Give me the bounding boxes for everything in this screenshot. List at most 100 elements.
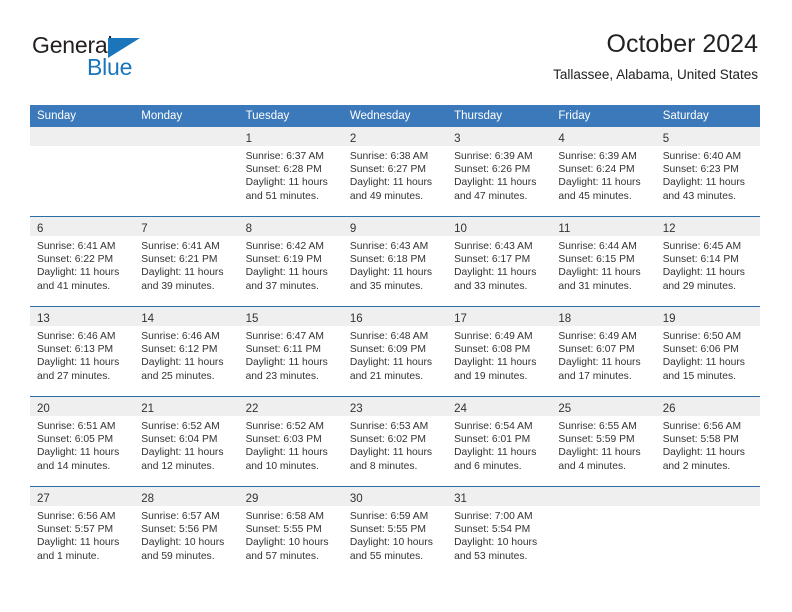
day-number: 26 xyxy=(662,403,676,415)
weekday-header-friday: Friday xyxy=(551,105,656,127)
daylight-text-line1: Daylight: 11 hours xyxy=(37,357,120,369)
day-details: Sunrise: 6:55 AM Sunset: 5:59 PM Daylight:… xyxy=(551,416,655,473)
calendar-day-cell[interactable]: 18 Sunrise: 6:49 AM Sunset: 6:07 PM Dayligh… xyxy=(551,306,656,397)
calendar-day-cell-empty xyxy=(655,486,760,576)
day-number-band: 11 xyxy=(551,217,656,236)
day-number-band: 24 xyxy=(447,397,552,416)
sunset-text: Sunset: 6:18 PM xyxy=(349,254,426,266)
calendar-day-cell[interactable]: 12 Sunrise: 6:45 AM Sunset: 6:14 PM Dayligh… xyxy=(655,216,760,307)
sunrise-text: Sunrise: 6:55 AM xyxy=(558,421,637,432)
sunset-text: Sunset: 6:17 PM xyxy=(454,254,531,266)
daylight-text-line2: and 37 minutes. xyxy=(245,280,319,292)
calendar-day-cell[interactable]: 28 Sunrise: 6:57 AM Sunset: 5:56 PM Dayligh… xyxy=(134,486,239,576)
daylight-text-line1: Daylight: 10 hours xyxy=(349,537,433,549)
sunset-text: Sunset: 5:55 PM xyxy=(349,524,426,536)
daylight-text-line2: and 49 minutes. xyxy=(349,190,424,202)
daylight-text-line2: and 39 minutes. xyxy=(141,280,215,292)
day-number: 15 xyxy=(245,313,259,325)
brand-name-blue: Blue xyxy=(87,54,133,80)
calendar-day-cell[interactable]: 22 Sunrise: 6:52 AM Sunset: 6:03 PM Dayligh… xyxy=(238,396,343,487)
daylight-text-line1: Daylight: 11 hours xyxy=(141,267,224,279)
day-number: 22 xyxy=(245,403,259,415)
daylight-text-line2: and 21 minutes. xyxy=(349,370,424,382)
day-number-band: 9 xyxy=(342,217,448,236)
day-details: Sunrise: 6:53 AM Sunset: 6:02 PM Daylight:… xyxy=(343,416,447,473)
calendar-day-cell[interactable]: 16 Sunrise: 6:48 AM Sunset: 6:09 PM Dayligh… xyxy=(342,306,448,397)
day-number-band: 12 xyxy=(655,217,760,236)
calendar-page: General Blue October 2024 Tallassee, Ala… xyxy=(0,0,792,612)
day-number: 16 xyxy=(349,313,363,325)
calendar-day-cell-empty xyxy=(551,486,656,576)
day-number-band: 5 xyxy=(655,127,760,146)
calendar-day-cell[interactable]: 8 Sunrise: 6:42 AM Sunset: 6:19 PM Daylight… xyxy=(238,216,343,307)
sunrise-text: Sunrise: 7:00 AM xyxy=(454,511,533,522)
calendar-day-cell[interactable]: 15 Sunrise: 6:47 AM Sunset: 6:11 PM Dayligh… xyxy=(238,306,343,397)
calendar-day-cell[interactable]: 20 Sunrise: 6:51 AM Sunset: 6:05 PM Dayligh… xyxy=(30,396,135,487)
daylight-text-line1: Daylight: 11 hours xyxy=(37,447,120,459)
day-number: 6 xyxy=(37,223,44,235)
calendar-day-cell[interactable]: 26 Sunrise: 6:56 AM Sunset: 5:58 PM Dayligh… xyxy=(655,396,760,487)
calendar-day-cell[interactable]: 21 Sunrise: 6:52 AM Sunset: 6:04 PM Dayligh… xyxy=(134,396,239,487)
day-number-band: 29 xyxy=(238,487,343,506)
calendar-day-cell[interactable]: 13 Sunrise: 6:46 AM Sunset: 6:13 PM Dayligh… xyxy=(30,306,135,397)
sunset-text: Sunset: 6:19 PM xyxy=(245,254,322,266)
calendar-day-cell[interactable]: 6 Sunrise: 6:41 AM Sunset: 6:22 PM Daylight… xyxy=(30,216,135,307)
day-number-band: 15 xyxy=(238,307,343,326)
calendar-day-cell[interactable]: 19 Sunrise: 6:50 AM Sunset: 6:06 PM Dayligh… xyxy=(655,306,760,397)
daylight-text-line1: Daylight: 11 hours xyxy=(245,357,328,369)
sunset-text: Sunset: 5:58 PM xyxy=(662,434,739,446)
weekday-header-monday: Monday xyxy=(134,105,239,127)
sunrise-text: Sunrise: 6:41 AM xyxy=(37,241,116,252)
sunset-text: Sunset: 6:05 PM xyxy=(37,434,114,446)
calendar-day-cell[interactable]: 27 Sunrise: 6:56 AM Sunset: 5:57 PM Dayligh… xyxy=(30,486,135,576)
page-header: General Blue October 2024 Tallassee, Ala… xyxy=(0,0,792,100)
day-details: Sunrise: 6:47 AM Sunset: 6:11 PM Daylight:… xyxy=(239,326,343,383)
daylight-text-line1: Daylight: 10 hours xyxy=(141,537,225,549)
day-details: Sunrise: 6:39 AM Sunset: 6:24 PM Daylight:… xyxy=(551,146,655,203)
day-number: 27 xyxy=(37,493,50,505)
calendar-day-cell[interactable]: 2 Sunrise: 6:38 AM Sunset: 6:27 PM Daylight… xyxy=(342,127,448,217)
day-number-band xyxy=(134,127,239,146)
location-subtitle: Tallassee, Alabama, United States xyxy=(553,67,758,82)
calendar-day-cell[interactable]: 30 Sunrise: 6:59 AM Sunset: 5:55 PM Dayligh… xyxy=(342,486,448,576)
sunset-text: Sunset: 6:04 PM xyxy=(141,434,218,446)
sunset-text: Sunset: 6:09 PM xyxy=(349,344,426,356)
day-number: 19 xyxy=(662,313,676,325)
day-number-band: 23 xyxy=(342,397,448,416)
sunrise-text: Sunrise: 6:57 AM xyxy=(141,511,220,522)
day-number-band xyxy=(551,487,656,506)
day-number: 5 xyxy=(662,133,670,145)
sunrise-text: Sunrise: 6:42 AM xyxy=(245,241,324,252)
calendar-day-cell[interactable]: 17 Sunrise: 6:49 AM Sunset: 6:08 PM Dayligh… xyxy=(447,306,552,397)
calendar-day-cell[interactable]: 23 Sunrise: 6:53 AM Sunset: 6:02 PM Dayligh… xyxy=(342,396,448,487)
daylight-text-line1: Daylight: 11 hours xyxy=(454,357,537,369)
calendar-day-cell[interactable]: 14 Sunrise: 6:46 AM Sunset: 6:12 PM Dayligh… xyxy=(134,306,239,397)
daylight-text-line1: Daylight: 11 hours xyxy=(454,177,537,189)
calendar-week-row: 20 Sunrise: 6:51 AM Sunset: 6:05 PM Dayligh… xyxy=(30,396,760,487)
sunrise-text: Sunrise: 6:49 AM xyxy=(558,331,637,342)
calendar-day-cell[interactable]: 5 Sunrise: 6:40 AM Sunset: 6:23 PM Daylight… xyxy=(655,127,760,217)
sunrise-text: Sunrise: 6:51 AM xyxy=(37,421,116,432)
calendar-day-cell[interactable]: 25 Sunrise: 6:55 AM Sunset: 5:59 PM Dayligh… xyxy=(551,396,656,487)
brand-logo[interactable]: General Blue xyxy=(32,32,252,88)
daylight-text-line2: and 2 minutes. xyxy=(662,460,731,472)
day-number-band: 14 xyxy=(134,307,239,326)
sunrise-text: Sunrise: 6:43 AM xyxy=(454,241,533,252)
day-number-band: 8 xyxy=(238,217,343,236)
daylight-text-line2: and 4 minutes. xyxy=(558,460,626,472)
day-number-band xyxy=(655,487,760,506)
calendar-day-cell[interactable]: 4 Sunrise: 6:39 AM Sunset: 6:24 PM Daylight… xyxy=(551,127,656,217)
calendar-day-cell[interactable]: 9 Sunrise: 6:43 AM Sunset: 6:18 PM Daylight… xyxy=(342,216,448,307)
calendar-day-cell[interactable]: 7 Sunrise: 6:41 AM Sunset: 6:21 PM Daylight… xyxy=(134,216,239,307)
calendar-day-cell[interactable]: 24 Sunrise: 6:54 AM Sunset: 6:01 PM Dayligh… xyxy=(447,396,552,487)
daylight-text-line1: Daylight: 11 hours xyxy=(349,267,433,279)
calendar-week-row: 13 Sunrise: 6:46 AM Sunset: 6:13 PM Dayligh… xyxy=(30,306,760,397)
calendar-day-cell[interactable]: 1 Sunrise: 6:37 AM Sunset: 6:28 PM Daylight… xyxy=(238,127,343,217)
calendar-day-cell[interactable]: 3 Sunrise: 6:39 AM Sunset: 6:26 PM Daylight… xyxy=(447,127,552,217)
day-details: Sunrise: 6:39 AM Sunset: 6:26 PM Daylight:… xyxy=(447,146,551,203)
calendar-day-cell[interactable]: 29 Sunrise: 6:58 AM Sunset: 5:55 PM Dayligh… xyxy=(238,486,343,576)
calendar-day-cell[interactable]: 11 Sunrise: 6:44 AM Sunset: 6:15 PM Dayligh… xyxy=(551,216,656,307)
daylight-text-line2: and 35 minutes. xyxy=(349,280,424,292)
calendar-day-cell[interactable]: 31 Sunrise: 7:00 AM Sunset: 5:54 PM Dayligh… xyxy=(447,486,552,576)
calendar-day-cell[interactable]: 10 Sunrise: 6:43 AM Sunset: 6:17 PM Dayligh… xyxy=(447,216,552,307)
